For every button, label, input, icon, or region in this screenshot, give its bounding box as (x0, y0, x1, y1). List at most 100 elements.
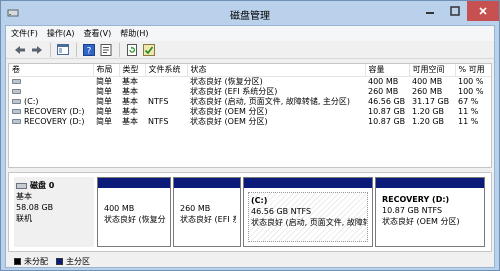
legend-item-primary: 主分区 (56, 256, 90, 267)
partition-c[interactable]: (C:) 46.56 GB NTFS 状态良好 (启动, 页面文件, 故障转储 (243, 177, 373, 247)
partition-recovery[interactable]: 400 MB 状态良好 (恢复分区 (97, 177, 171, 247)
layout-cell: 简单 (96, 86, 112, 96)
capacity-cell: 10.87 GB (368, 106, 406, 116)
disk-icon (16, 182, 27, 189)
percent-free-cell: 11 % (458, 116, 479, 126)
back-button[interactable] (12, 42, 28, 58)
column-header-volume[interactable]: 卷 (9, 64, 94, 77)
disk-name: 磁盘 0 (30, 181, 55, 190)
volume-list[interactable]: 卷 布局 类型 文件系统 状态 容量 可用空间 % 可用 简单 基本 状态良好 … (8, 63, 492, 168)
free-space-cell: 1.20 GB (412, 106, 445, 116)
filesystem-cell: NTFS (148, 96, 169, 106)
maximize-button[interactable] (442, 1, 467, 21)
legend-item-unallocated: 未分配 (14, 256, 48, 267)
toolbar-separator (119, 42, 120, 57)
partition-size: 10.87 GB NTFS (382, 206, 443, 215)
disk-map: 磁盘 0 基本 58.08 GB 联机 400 MB 状态良好 (恢复分区 (8, 172, 492, 252)
legend-swatch (14, 257, 21, 265)
filesystem-cell (145, 87, 187, 97)
help-icon: ? (83, 43, 95, 56)
volume-icon (12, 89, 21, 94)
table-row[interactable]: 简单 基本 状态良好 (恢复分区) 400 MB 400 MB 100 % (9, 76, 491, 87)
partition-efi[interactable]: 260 MB 状态良好 (EFI 系统分 (173, 177, 241, 247)
disk-0-label[interactable]: 磁盘 0 基本 58.08 GB 联机 (14, 177, 94, 247)
legend-swatch (56, 257, 63, 265)
forward-button[interactable] (29, 42, 45, 58)
menu-action[interactable]: 操作(A) (47, 28, 80, 39)
percent-free-cell: 100 % (458, 86, 484, 96)
close-icon (479, 7, 487, 15)
client-area: 文件(F) 操作(A) 查看(V) 帮助(H) ? 卷 布局 类型 文件系统 状… (5, 25, 495, 268)
table-row[interactable]: RECOVERY (D:) 简单 基本 NTFS 状态良好 (OEM 分区) 1… (9, 116, 491, 127)
column-header-status[interactable]: 状态 (187, 64, 366, 77)
table-row[interactable]: RECOVERY (D:) 简单 基本 状态良好 (OEM 分区) 10.87 … (9, 106, 491, 117)
title-bar[interactable]: 磁盘管理 (1, 1, 499, 25)
forward-arrow-icon (32, 45, 42, 54)
refresh-button[interactable] (124, 42, 140, 58)
volume-table: 卷 布局 类型 文件系统 状态 容量 可用空间 % 可用 简单 基本 状态良好 … (9, 64, 491, 127)
disk-state: 联机 (16, 214, 32, 223)
type-cell: 基本 (122, 106, 138, 116)
minimize-icon (425, 12, 434, 14)
legend: 未分配 主分区 (8, 255, 492, 267)
filesystem-cell: NTFS (148, 116, 169, 126)
partition-size: 260 MB (180, 204, 211, 213)
volume-name: RECOVERY (D:) (24, 106, 85, 116)
layout-cell: 简单 (96, 76, 112, 86)
disk-management-window: 磁盘管理 文件(F) 操作(A) 查看(V) 帮助(H) ? 卷 布局 类型 文… (0, 0, 500, 271)
partition-size: 400 MB (104, 204, 135, 213)
capacity-cell: 260 MB (368, 86, 399, 96)
percent-free-cell: 11 % (458, 106, 479, 116)
volume-name: (C:) (24, 96, 39, 106)
volume-icon (12, 119, 21, 124)
check-icon (143, 43, 155, 56)
primary-partition-bar (98, 178, 170, 188)
column-header-filesystem[interactable]: 文件系统 (145, 64, 188, 77)
status-cell: 状态良好 (恢复分区) (190, 76, 263, 86)
filesystem-cell (145, 76, 187, 87)
menu-file[interactable]: 文件(F) (11, 28, 43, 39)
refresh-icon (127, 43, 137, 56)
column-header-capacity[interactable]: 容量 (365, 64, 410, 77)
close-button[interactable] (467, 1, 499, 21)
column-header-type[interactable]: 类型 (119, 64, 146, 77)
menu-view[interactable]: 查看(V) (84, 28, 117, 39)
table-row[interactable]: 简单 基本 状态良好 (EFI 系统分区) 260 MB 260 MB 100 … (9, 86, 491, 97)
column-header-layout[interactable]: 布局 (93, 64, 120, 77)
capacity-cell: 400 MB (368, 76, 399, 86)
volume-icon (12, 109, 21, 114)
column-header-percent-free[interactable]: % 可用 (455, 64, 491, 77)
volume-name: RECOVERY (D:) (24, 116, 85, 126)
menu-bar: 文件(F) 操作(A) 查看(V) 帮助(H) (6, 26, 494, 41)
console-tree-button[interactable] (55, 42, 71, 58)
type-cell: 基本 (122, 96, 138, 106)
help-button[interactable]: ? (81, 42, 97, 58)
partition-size: 46.56 GB NTFS (251, 207, 312, 216)
minimize-button[interactable] (417, 1, 442, 21)
primary-partition-bar (244, 178, 372, 188)
console-tree-icon (57, 44, 69, 55)
volume-icon (12, 99, 21, 104)
column-header-free-space[interactable]: 可用空间 (409, 64, 456, 77)
partition-status: 状态良好 (OEM 分区) (382, 217, 460, 226)
partition-recovery-d[interactable]: RECOVERY (D:) 10.87 GB NTFS 状态良好 (OEM 分区… (375, 177, 485, 247)
layout-cell: 简单 (96, 116, 112, 126)
type-cell: 基本 (122, 116, 138, 126)
type-cell: 基本 (122, 76, 138, 86)
capacity-cell: 10.87 GB (368, 116, 406, 126)
legend-label: 主分区 (66, 256, 90, 266)
back-arrow-icon (15, 45, 25, 54)
free-space-cell: 1.20 GB (412, 116, 445, 126)
table-row[interactable]: (C:) 简单 基本 NTFS 状态良好 (启动, 页面文件, 故障转储, 主分… (9, 96, 491, 107)
disk-type: 基本 (16, 192, 32, 201)
free-space-cell: 31.17 GB (412, 96, 450, 106)
partition-status: 状态良好 (恢复分区 (104, 215, 166, 224)
properties-button[interactable] (98, 42, 114, 58)
table-header-row: 卷 布局 类型 文件系统 状态 容量 可用空间 % 可用 (9, 64, 491, 77)
maximize-icon (449, 6, 460, 16)
primary-partition-bar (376, 178, 484, 188)
toolbar-separator (50, 42, 51, 57)
menu-help[interactable]: 帮助(H) (120, 28, 153, 39)
check-button[interactable] (141, 42, 157, 58)
status-cell: 状态良好 (启动, 页面文件, 故障转储, 主分区) (190, 96, 351, 106)
